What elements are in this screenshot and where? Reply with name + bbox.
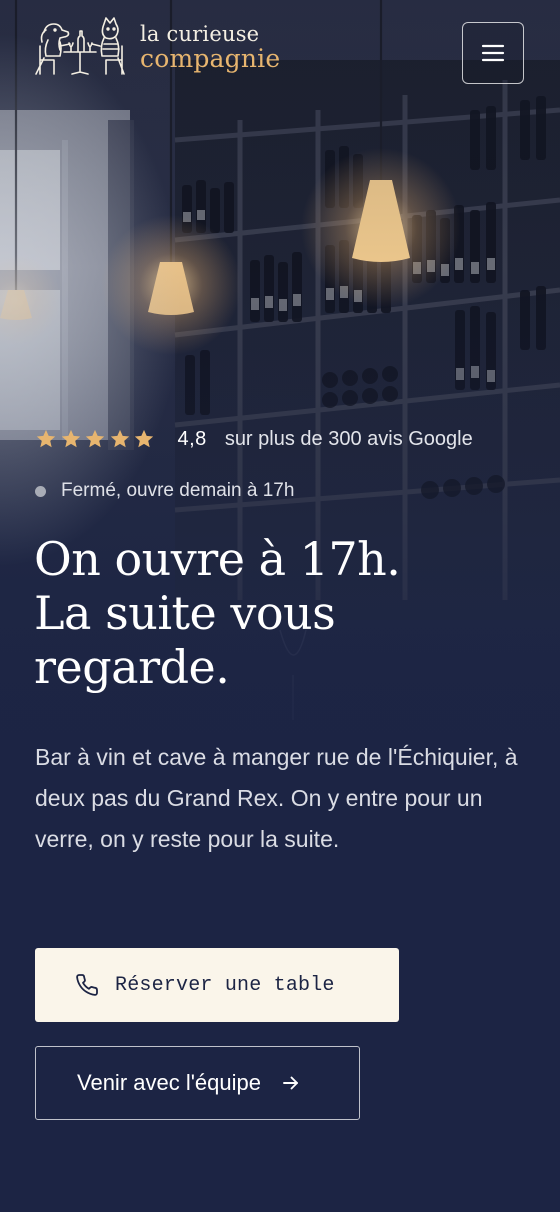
rating-count-text: sur plus de 300 avis Google — [224, 427, 473, 450]
status-text: Fermé, ouvre demain à 17h — [61, 480, 295, 501]
logo-line-1: la curieuse — [140, 21, 260, 46]
team-visit-label: Venir avec l'équipe — [77, 1070, 261, 1095]
star-icon — [61, 429, 80, 448]
phone-icon — [76, 974, 98, 996]
headline-line-1: On ouvre à 17h. — [34, 532, 401, 586]
reserve-table-label: Réserver une table — [115, 973, 335, 997]
team-visit-button[interactable]: Venir avec l'équipe — [35, 1046, 360, 1120]
star-icon — [85, 429, 105, 448]
hero-description: Bar à vin et cave à manger rue de l'Échi… — [35, 744, 518, 852]
rating-stars — [35, 428, 158, 450]
arrow-right-icon — [283, 1076, 298, 1090]
headline-line-2: La suite vous — [34, 586, 336, 640]
google-rating: 4,8 sur plus de 300 avis Google — [35, 424, 473, 454]
menu-button[interactable] — [462, 22, 524, 84]
hero-headline: On ouvre à 17h. La suite vous regarde. — [34, 532, 534, 694]
reserve-table-button[interactable]: Réserver une table — [35, 948, 399, 1022]
star-icon — [134, 429, 154, 448]
logo-link[interactable]: la curieuse compagnie — [34, 16, 280, 78]
logo-wordmark: la curieuse compagnie — [140, 21, 281, 73]
rating-score: 4,8 — [177, 427, 207, 450]
star-icon — [36, 429, 56, 448]
opening-status: Fermé, ouvre demain à 17h — [35, 478, 294, 504]
star-icon — [110, 429, 129, 448]
hamburger-menu-icon — [481, 44, 505, 62]
logo-line-2: compagnie — [140, 43, 281, 73]
logo-mark-icon — [35, 17, 125, 75]
status-dot-icon — [35, 485, 46, 497]
hero-page: la curieuse compagnie 4,8 sur plus de 30… — [0, 0, 560, 1212]
headline-line-3: regarde. — [34, 640, 230, 694]
site-header: la curieuse compagnie — [0, 0, 560, 110]
